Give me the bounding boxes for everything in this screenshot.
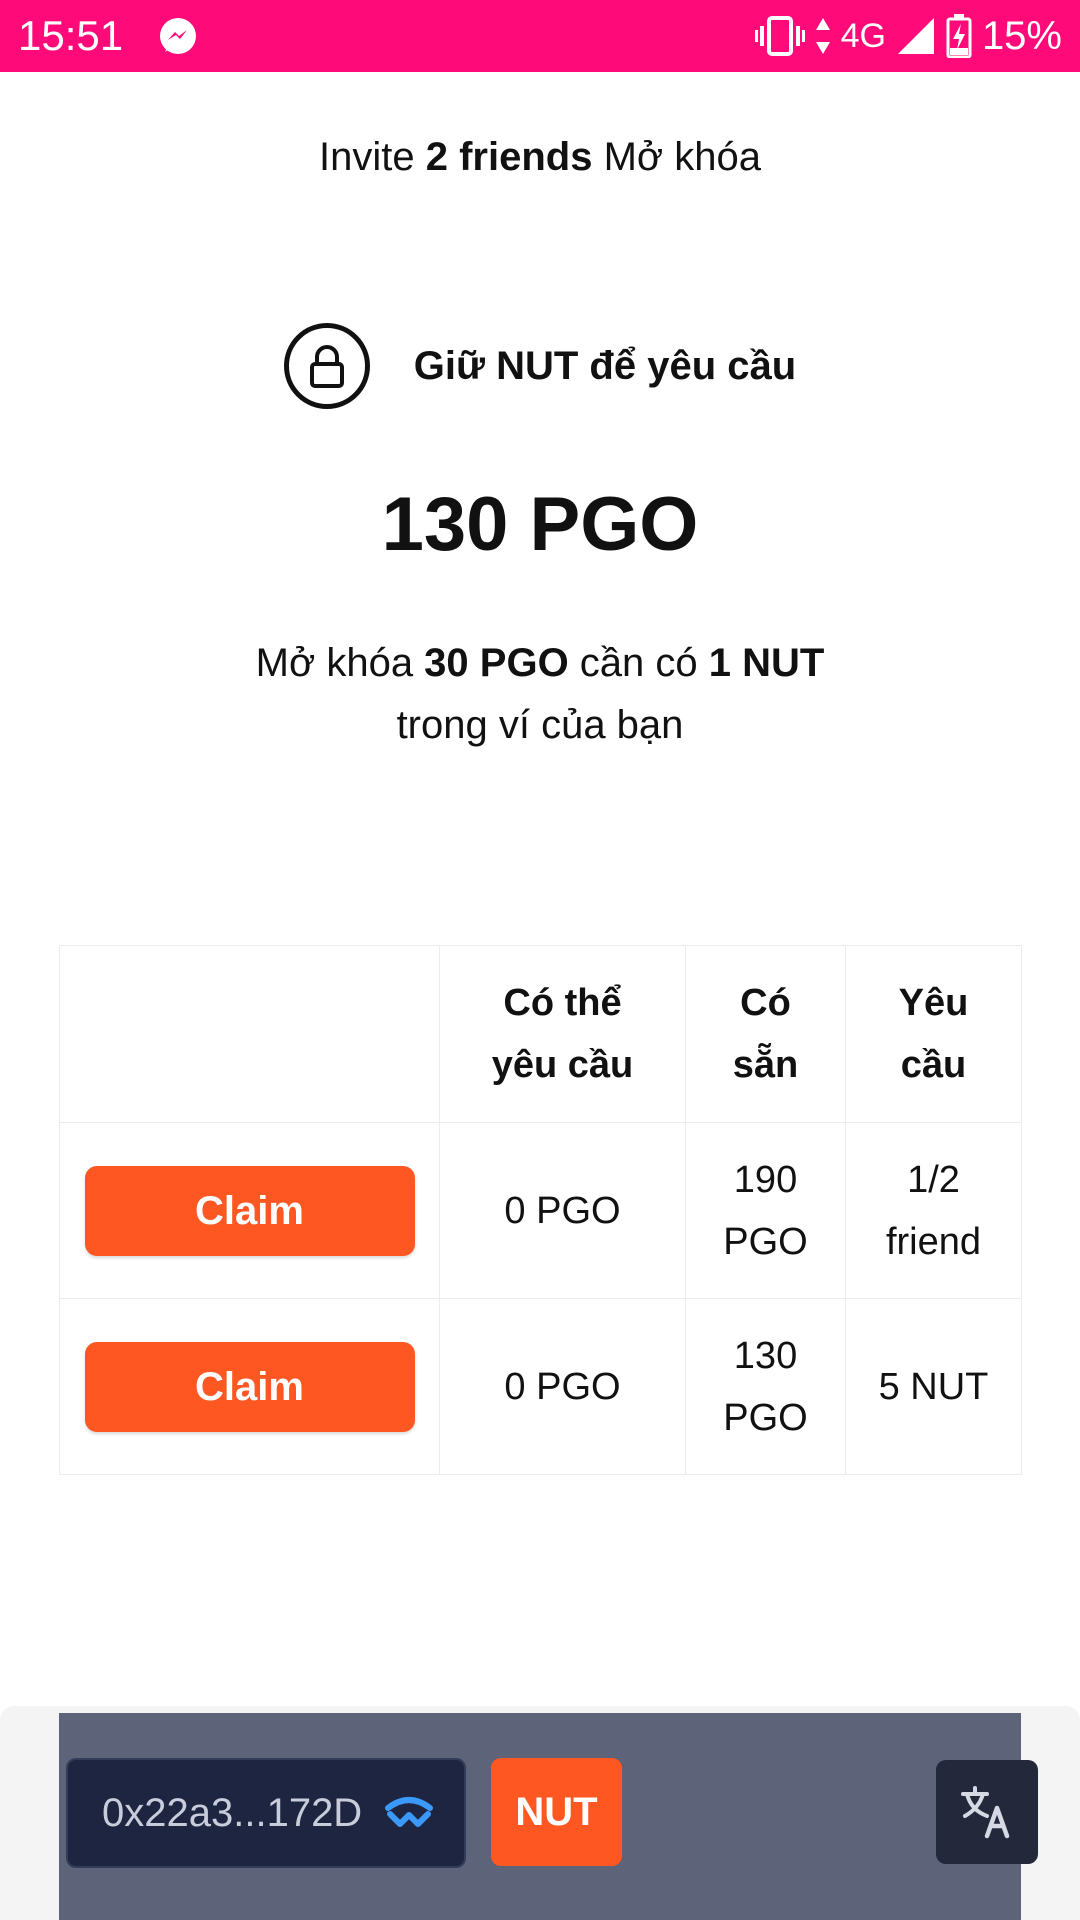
- walletconnect-icon: [385, 1797, 434, 1827]
- unlock-line-2: trong ví của bạn: [396, 703, 684, 747]
- header-requirement: Yêu cầu: [845, 946, 1021, 1122]
- requirement-cell: 5 NUT: [845, 1299, 1021, 1474]
- claimable-cell: 0 PGO: [439, 1299, 685, 1474]
- claim-cell: Claim: [60, 1123, 439, 1298]
- requirement-cell: 1/2 friend: [845, 1123, 1021, 1298]
- table-header-row: Có thể yêu cầu Có sẵn Yêu cầu: [60, 946, 1021, 1122]
- table-row: Claim 0 PGO 190 PGO 1/2 friend: [60, 1122, 1021, 1298]
- battery-charging-icon: [946, 14, 972, 58]
- claim-button[interactable]: Claim: [84, 1341, 415, 1432]
- hold-requirement-title: Giữ NUT để yêu cầu: [413, 344, 797, 388]
- battery-percent: 15%: [981, 14, 1062, 58]
- status-time: 15:51: [18, 12, 124, 59]
- table-row: Claim 0 PGO 130 PGO 5 NUT: [60, 1298, 1021, 1474]
- header-claimable: Có thể yêu cầu: [439, 946, 685, 1122]
- claim-table: Có thể yêu cầu Có sẵn Yêu cầu Claim 0 PGO 1…: [59, 945, 1022, 1475]
- available-cell: 130 PGO: [685, 1299, 845, 1474]
- status-icons: 4G 15%: [754, 10, 1062, 62]
- unlock-requirement: 1 NUT: [708, 641, 825, 685]
- invite-suffix: Mở khóa: [592, 135, 761, 179]
- header-empty: [60, 946, 439, 1122]
- translate-icon: [961, 1786, 1010, 1839]
- signal-icon: [897, 18, 934, 54]
- unlock-amount: 30 PGO: [424, 641, 569, 685]
- messenger-icon: [160, 18, 196, 54]
- hold-requirement: Giữ NUT để yêu cầu: [0, 320, 1080, 412]
- available-cell: 190 PGO: [685, 1123, 845, 1298]
- invite-line: Invite 2 friends Mở khóa: [0, 132, 1080, 182]
- vibrate-icon: [754, 16, 805, 56]
- invite-prefix: Invite: [319, 135, 426, 179]
- wallet-address-button[interactable]: 0x22a3...172D: [66, 1758, 466, 1868]
- nut-token-button[interactable]: NUT: [491, 1758, 622, 1866]
- unlock-line-1: Mở khóa 30 PGO cần có 1 NUT: [0, 632, 1080, 694]
- unlock-description: Mở khóa 30 PGO cần có 1 NUT trong ví của…: [0, 632, 1080, 756]
- wallet-address: 0x22a3...172D: [102, 1790, 363, 1835]
- claim-cell: Claim: [60, 1299, 439, 1474]
- status-bar: 15:51 4G 15%: [0, 0, 1080, 72]
- lock-icon: [283, 323, 370, 409]
- claimable-cell: 0 PGO: [439, 1123, 685, 1298]
- translate-button[interactable]: [936, 1760, 1038, 1864]
- unlock-prefix: Mở khóa: [255, 641, 425, 685]
- claim-button[interactable]: Claim: [84, 1165, 415, 1256]
- unlock-middle: cần có: [568, 641, 709, 685]
- data-arrows-icon: [815, 18, 830, 54]
- network-type: 4G: [840, 17, 886, 55]
- pgo-amount: 130 PGO: [381, 482, 699, 567]
- invite-friends-count: 2 friends: [425, 135, 593, 179]
- header-available: Có sẵn: [685, 946, 845, 1122]
